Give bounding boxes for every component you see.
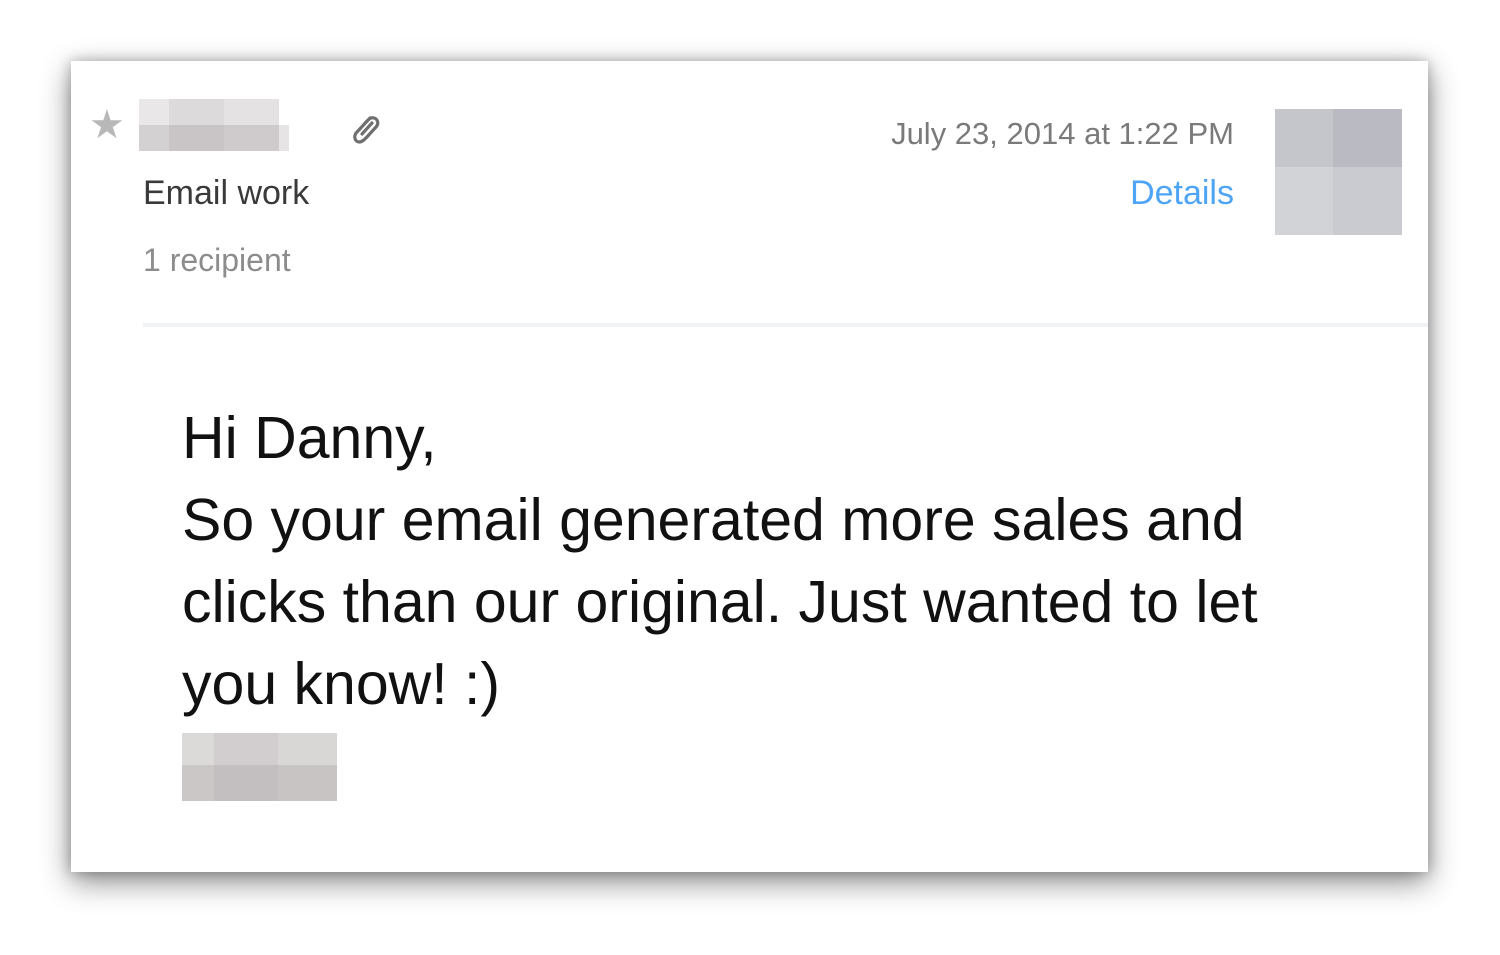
email-timestamp: July 23, 2014 at 1:22 PM (891, 116, 1234, 151)
email-greeting: Hi Danny, (182, 405, 437, 471)
avatar (1275, 109, 1402, 235)
sender-name-redacted (139, 99, 289, 151)
email-body: Hi Danny, So your email generated more s… (182, 397, 1362, 725)
signature-redacted (182, 733, 337, 801)
paperclip-icon (353, 116, 380, 144)
details-link[interactable]: Details (1130, 171, 1234, 215)
email-message-card: ★ Email work 1 recipient July 23, 2014 a… (71, 61, 1428, 872)
star-icon[interactable]: ★ (89, 105, 125, 145)
recipient-count[interactable]: 1 recipient (143, 239, 291, 281)
header-divider (143, 323, 1428, 327)
email-body-text: So your email generated more sales and c… (182, 487, 1258, 717)
email-subject: Email work (143, 174, 310, 212)
